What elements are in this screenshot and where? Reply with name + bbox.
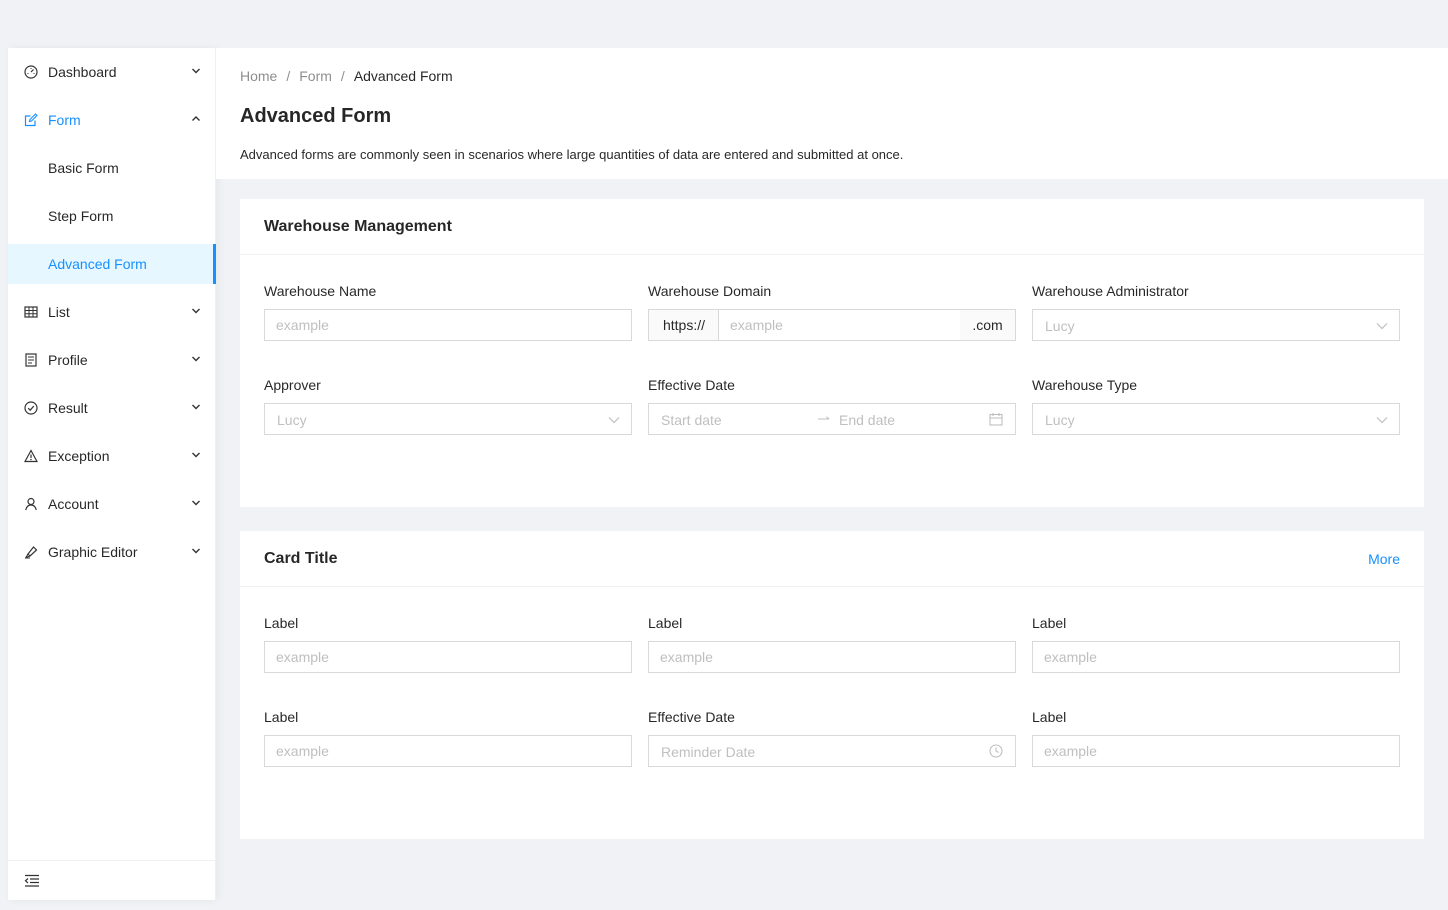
chevron-down-icon: [191, 498, 201, 508]
warehouse-name-label: Warehouse Name: [264, 283, 377, 299]
chevron-down-icon: [191, 306, 201, 316]
chevron-down-icon: [608, 415, 620, 425]
select-placeholder: Lucy: [277, 412, 307, 428]
approver-label: Approver: [264, 377, 321, 393]
warehouse-card: Warehouse Management Warehouse Name Ware…: [240, 199, 1424, 507]
label-input-6[interactable]: [1032, 735, 1400, 767]
sidebar-item-step-form[interactable]: Step Form: [8, 196, 216, 236]
highlight-icon: [23, 544, 39, 560]
card-title: Card Title: [264, 550, 338, 567]
page-description: Advanced forms are commonly seen in scen…: [240, 147, 904, 162]
field-label: Label: [648, 615, 683, 631]
field-label: Label: [264, 615, 299, 631]
field-label: Label: [1032, 709, 1067, 725]
sidebar-item-label: Graphic Editor: [48, 544, 138, 560]
sidebar-item-label: Advanced Form: [48, 256, 147, 272]
reminder-date-placeholder: Reminder Date: [661, 744, 756, 760]
card-title: Warehouse Management: [264, 218, 452, 235]
sidebar-item-form[interactable]: Form: [8, 100, 216, 140]
chevron-down-icon: [1376, 415, 1388, 425]
sidebar-item-account[interactable]: Account: [8, 484, 216, 524]
breadcrumb-home[interactable]: Home: [240, 67, 277, 85]
approver-select[interactable]: Lucy: [264, 403, 632, 435]
end-date-placeholder: End date: [839, 412, 896, 428]
sidebar-item-exception[interactable]: Exception: [8, 436, 216, 476]
page-title: Advanced Form: [240, 105, 392, 127]
breadcrumb-separator: /: [286, 68, 291, 84]
field-label: Label: [1032, 615, 1067, 631]
sidebar-item-dashboard[interactable]: Dashboard: [8, 52, 216, 92]
reminder-date-picker[interactable]: Reminder Date: [648, 735, 1016, 767]
effective-date-label: Effective Date: [648, 709, 735, 725]
sidebar-item-label: Profile: [48, 352, 88, 368]
domain-prefix-addon: https://: [648, 309, 719, 341]
sidebar-item-label: Basic Form: [48, 160, 119, 176]
clock-icon: [989, 744, 1003, 758]
profile-icon: [23, 352, 39, 368]
label-input-4[interactable]: [264, 735, 632, 767]
sidebar-item-label: Result: [48, 400, 88, 416]
form-icon: [23, 112, 39, 128]
breadcrumb-form[interactable]: Form: [299, 67, 332, 85]
check-circle-icon: [23, 400, 39, 416]
sidebar-item-advanced-form[interactable]: Advanced Form: [8, 244, 216, 284]
domain-suffix-addon: .com: [960, 309, 1016, 341]
arrow-right-icon: [817, 412, 831, 426]
warehouse-admin-label: Warehouse Administrator: [1032, 283, 1189, 299]
select-placeholder: Lucy: [1045, 318, 1075, 334]
field-label: Label: [264, 709, 299, 725]
card-title-card: Card Title More Label Label Label Label …: [240, 531, 1424, 839]
breadcrumb-separator: /: [340, 68, 345, 84]
menu-fold-icon[interactable]: [24, 873, 40, 889]
label-input-1[interactable]: [264, 641, 632, 673]
sidebar-item-list[interactable]: List: [8, 292, 216, 332]
sidebar-item-label: Step Form: [48, 208, 114, 224]
dashboard-icon: [23, 64, 39, 80]
calendar-icon: [989, 412, 1003, 426]
chevron-down-icon: [191, 402, 201, 412]
chevron-down-icon: [191, 546, 201, 556]
card-header: Warehouse Management: [240, 199, 1424, 255]
breadcrumb-current: Advanced Form: [353, 68, 453, 84]
effective-date-range-picker[interactable]: Start date End date: [648, 403, 1016, 435]
warehouse-type-select[interactable]: Lucy: [1032, 403, 1400, 435]
sidebar-item-result[interactable]: Result: [8, 388, 216, 428]
select-placeholder: Lucy: [1045, 412, 1075, 428]
sidebar-item-label: Form: [48, 112, 81, 128]
start-date-placeholder: Start date: [661, 412, 722, 428]
warehouse-type-label: Warehouse Type: [1032, 377, 1138, 393]
effective-date-label: Effective Date: [648, 377, 735, 393]
warehouse-domain-input[interactable]: [718, 309, 961, 341]
domain-suffix-text: .com: [972, 317, 1003, 333]
sidebar-item-graphic-editor[interactable]: Graphic Editor: [8, 532, 216, 572]
breadcrumb: Home / Form / Advanced Form: [240, 67, 453, 85]
user-icon: [23, 496, 39, 512]
sidebar-item-label: Dashboard: [48, 64, 117, 80]
chevron-down-icon: [1376, 321, 1388, 331]
warehouse-admin-select[interactable]: Lucy: [1032, 309, 1400, 341]
sidebar-item-profile[interactable]: Profile: [8, 340, 216, 380]
sidebar-item-label: Exception: [48, 448, 110, 464]
sidebar-footer: [8, 860, 216, 900]
sidebar: Dashboard Form Basic Form Step Form Adva…: [8, 48, 216, 900]
chevron-down-icon: [191, 450, 201, 460]
sidebar-item-basic-form[interactable]: Basic Form: [8, 148, 216, 188]
page-header: Home / Form / Advanced Form Advanced For…: [216, 48, 1448, 179]
card-header: Card Title More: [240, 531, 1424, 587]
label-input-3[interactable]: [1032, 641, 1400, 673]
warehouse-domain-label: Warehouse Domain: [648, 283, 772, 299]
chevron-up-icon: [191, 114, 201, 124]
top-header: [8, 0, 1448, 48]
chevron-down-icon: [191, 354, 201, 364]
label-input-2[interactable]: [648, 641, 1016, 673]
warning-icon: [23, 448, 39, 464]
chevron-down-icon: [191, 66, 201, 76]
domain-prefix-text: https://: [662, 317, 706, 333]
warehouse-name-input[interactable]: [264, 309, 632, 341]
sidebar-item-label: Account: [48, 496, 99, 512]
more-link[interactable]: More: [1368, 550, 1400, 568]
sidebar-item-label: List: [48, 304, 70, 320]
table-icon: [23, 304, 39, 320]
